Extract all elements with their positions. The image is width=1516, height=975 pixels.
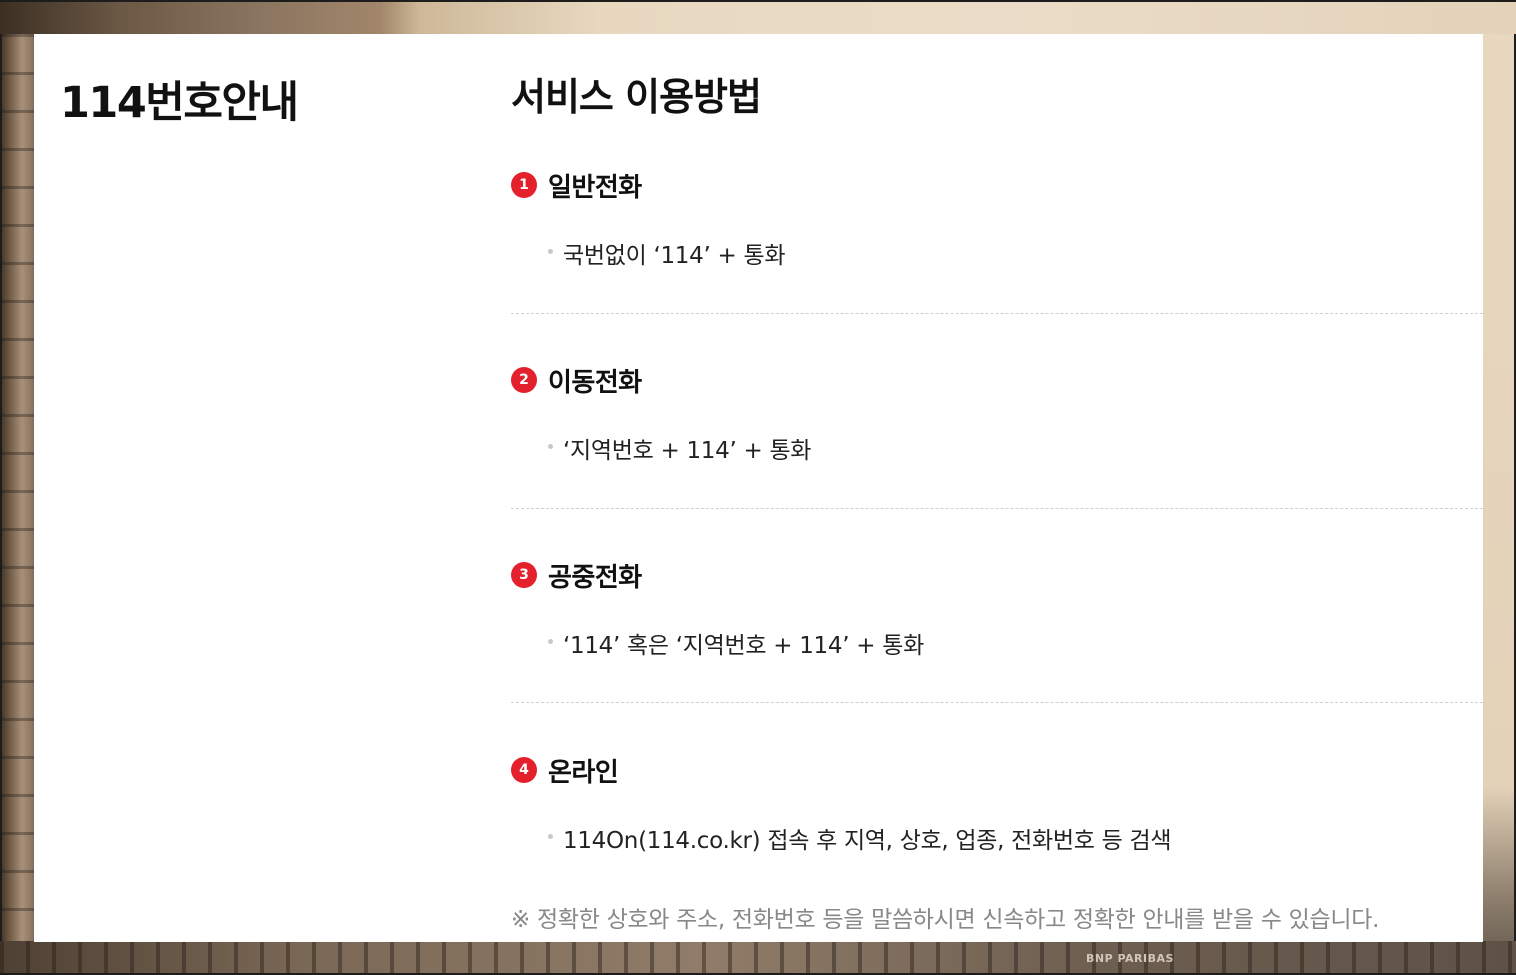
divider bbox=[511, 313, 1483, 314]
list-item: ‘114’ 혹은 ‘지역번호 + 114’ + 통화 bbox=[548, 626, 924, 660]
background-top bbox=[0, 0, 1516, 34]
step-number-badge: 3 bbox=[511, 562, 537, 588]
background-bottom: BNP PARIBAS bbox=[0, 941, 1516, 975]
step-number-badge: 2 bbox=[511, 367, 537, 393]
content-panel: 114번호안내 서비스 이용방법 1 일반전화 국번없이 ‘114’ + 통화 … bbox=[34, 34, 1483, 942]
list-item-text: 114On(114.co.kr) 접속 후 지역, 상호, 업종, 전화번호 등… bbox=[563, 828, 1172, 854]
section-header: 2 이동전화 bbox=[511, 365, 642, 398]
service-usage-content: 서비스 이용방법 1 일반전화 국번없이 ‘114’ + 통화 2 이동전화 ‘… bbox=[511, 34, 1483, 942]
step-number-badge: 1 bbox=[511, 172, 537, 198]
divider bbox=[511, 508, 1483, 509]
list-item-text: ‘지역번호 + 114’ + 통화 bbox=[563, 438, 812, 464]
list-item: ‘지역번호 + 114’ + 통화 bbox=[548, 431, 811, 465]
section-heading: 서비스 이용방법 bbox=[511, 75, 762, 119]
section-title: 이동전화 bbox=[548, 367, 642, 398]
bullet-icon bbox=[548, 638, 553, 644]
list-item-text: ‘114’ 혹은 ‘지역번호 + 114’ + 통화 bbox=[563, 633, 924, 659]
section-title: 온라인 bbox=[548, 757, 619, 788]
bullet-icon bbox=[548, 443, 553, 449]
background-sign: BNP PARIBAS bbox=[1086, 952, 1174, 965]
section-header: 4 온라인 bbox=[511, 755, 619, 788]
section-title: 공중전화 bbox=[548, 562, 642, 593]
info-note: ※ 정확한 상호와 주소, 전화번호 등을 말씀하시면 신속하고 정확한 안내를… bbox=[511, 907, 1380, 933]
section-title: 일반전화 bbox=[548, 172, 642, 203]
background-right bbox=[1482, 34, 1516, 975]
list-item: 114On(114.co.kr) 접속 후 지역, 상호, 업종, 전화번호 등… bbox=[548, 821, 1172, 855]
divider bbox=[511, 702, 1483, 703]
background-left bbox=[0, 34, 34, 975]
bullet-icon bbox=[548, 248, 553, 254]
list-item: 국번없이 ‘114’ + 통화 bbox=[548, 236, 785, 270]
section-header: 1 일반전화 bbox=[511, 170, 642, 203]
list-item-text: 국번없이 ‘114’ + 통화 bbox=[563, 243, 786, 269]
section-header: 3 공중전화 bbox=[511, 560, 642, 593]
step-number-badge: 4 bbox=[511, 757, 537, 783]
page-title: 114번호안내 bbox=[60, 78, 299, 128]
bullet-icon bbox=[548, 833, 553, 839]
